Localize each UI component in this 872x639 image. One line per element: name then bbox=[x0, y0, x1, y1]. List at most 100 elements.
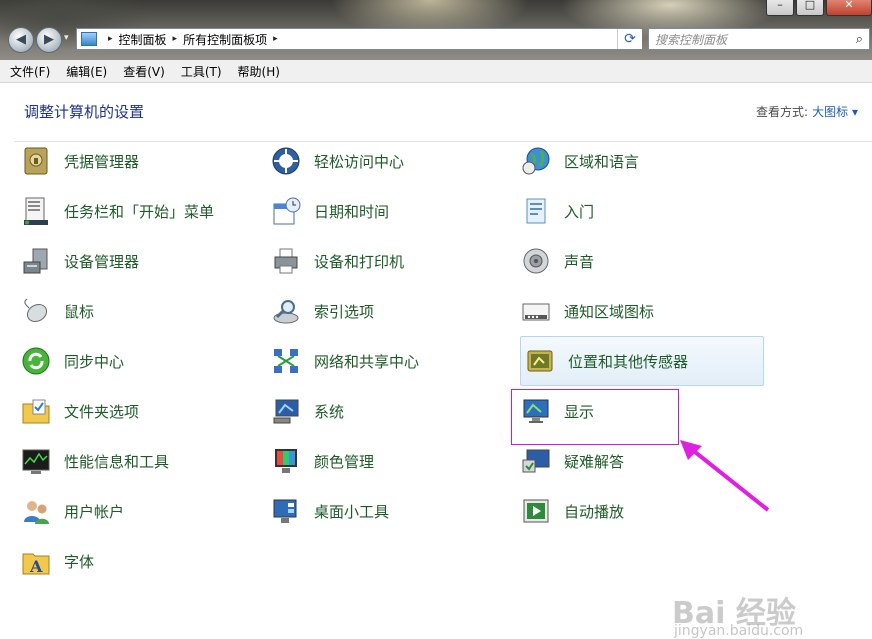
pointer-arrow bbox=[680, 440, 770, 512]
item-label: 性能信息和工具 bbox=[64, 452, 170, 471]
item-label: 疑难解答 bbox=[564, 452, 625, 471]
item-device-manager[interactable]: 设备管理器 bbox=[20, 241, 260, 281]
item-getting-started[interactable]: 入门 bbox=[520, 191, 760, 231]
sensor-icon bbox=[524, 345, 556, 377]
item-region-language[interactable]: 区域和语言 bbox=[520, 141, 760, 181]
view-by-dropdown[interactable]: 大图标 ▾ bbox=[812, 103, 858, 120]
breadcrumb-control-panel[interactable]: 控制面板 bbox=[119, 31, 167, 48]
breadcrumb-all-items[interactable]: 所有控制面板项 bbox=[183, 31, 267, 48]
autoplay-icon bbox=[520, 495, 552, 527]
item-label: 凭据管理器 bbox=[64, 152, 140, 171]
item-label: 用户帐户 bbox=[64, 502, 125, 521]
item-label: 任务栏和「开始」菜单 bbox=[64, 202, 215, 221]
taskbar-icon bbox=[20, 195, 52, 227]
forward-button[interactable]: ▶ bbox=[36, 27, 62, 53]
recent-pages-dropdown[interactable]: ▾ bbox=[64, 33, 69, 43]
item-user-accounts[interactable]: 用户帐户 bbox=[20, 491, 260, 531]
item-label: 文件夹选项 bbox=[64, 402, 140, 421]
item-color-management[interactable]: 颜色管理 bbox=[270, 441, 510, 481]
users-icon bbox=[20, 495, 52, 527]
ease-of-access-icon bbox=[270, 145, 302, 177]
page-title: 调整计算机的设置 bbox=[24, 103, 145, 121]
item-sync-center[interactable]: 同步中心 bbox=[20, 341, 260, 381]
item-devices-printers[interactable]: 设备和打印机 bbox=[270, 241, 510, 281]
speaker-icon bbox=[520, 245, 552, 277]
item-label: 网络和共享中心 bbox=[314, 352, 420, 371]
minimize-button[interactable]: – bbox=[766, 0, 794, 16]
item-label: 声音 bbox=[564, 252, 595, 271]
sync-icon bbox=[20, 345, 52, 377]
view-by-label: 查看方式: bbox=[755, 105, 808, 119]
menu-help[interactable]: 帮助(H) bbox=[232, 63, 286, 80]
breadcrumb-separator[interactable]: ▸ bbox=[173, 34, 178, 44]
menu-edit[interactable]: 编辑(E) bbox=[60, 63, 113, 80]
item-label: 轻松访问中心 bbox=[314, 152, 405, 171]
watermark-url: jingyan.baidu.com bbox=[674, 623, 804, 639]
notification-area-icon bbox=[520, 295, 552, 327]
item-label: 索引选项 bbox=[314, 302, 375, 321]
folder-options-icon bbox=[20, 395, 52, 427]
troubleshoot-icon bbox=[520, 445, 552, 477]
item-network-sharing[interactable]: 网络和共享中心 bbox=[270, 341, 510, 381]
item-label: 位置和其他传感器 bbox=[568, 352, 689, 371]
item-indexing-options[interactable]: 索引选项 bbox=[270, 291, 510, 331]
breadcrumb-separator[interactable]: ▸ bbox=[108, 34, 113, 44]
item-label: 鼠标 bbox=[64, 302, 95, 321]
color-management-icon bbox=[270, 445, 302, 477]
item-notification-area-icons[interactable]: 通知区域图标 bbox=[520, 291, 760, 331]
item-taskbar-start-menu[interactable]: 任务栏和「开始」菜单 bbox=[20, 191, 260, 231]
breadcrumb-separator[interactable]: ▸ bbox=[273, 34, 278, 44]
item-credential-manager[interactable]: 凭据管理器 bbox=[20, 141, 260, 181]
search-input[interactable]: 搜索控制面板 ⌕ bbox=[648, 28, 870, 50]
device-manager-icon bbox=[20, 245, 52, 277]
network-icon bbox=[270, 345, 302, 377]
back-button[interactable]: ◀ bbox=[8, 27, 34, 53]
item-folder-options[interactable]: 文件夹选项 bbox=[20, 391, 260, 431]
close-button[interactable]: ✕ bbox=[826, 0, 872, 16]
gadgets-icon bbox=[270, 495, 302, 527]
item-desktop-gadgets[interactable]: 桌面小工具 bbox=[270, 491, 510, 531]
fonts-icon: A bbox=[20, 545, 52, 577]
control-panel-icon bbox=[81, 32, 97, 46]
item-mouse[interactable]: 鼠标 bbox=[20, 291, 260, 331]
item-ease-of-access[interactable]: 轻松访问中心 bbox=[270, 141, 510, 181]
window-controls: – □ ✕ bbox=[764, 0, 872, 16]
item-label: 设备和打印机 bbox=[314, 252, 405, 271]
item-performance-info[interactable]: 性能信息和工具 bbox=[20, 441, 260, 481]
item-label: 设备管理器 bbox=[64, 252, 140, 271]
search-placeholder: 搜索控制面板 bbox=[655, 32, 728, 47]
item-system[interactable]: 系统 bbox=[270, 391, 510, 431]
menu-view[interactable]: 查看(V) bbox=[117, 63, 171, 80]
globe-clock-icon bbox=[520, 145, 552, 177]
search-icon[interactable]: ⌕ bbox=[856, 32, 863, 47]
address-bar[interactable]: ▸ 控制面板 ▸ 所有控制面板项 ▸ ▾ bbox=[76, 28, 640, 50]
item-label: 日期和时间 bbox=[314, 202, 390, 221]
window-titlebar: – □ ✕ ◀ ▶ ▾ ▸ 控制面板 ▸ 所有控制面板项 ▸ ▾ ⟳ 搜索控制面… bbox=[0, 0, 872, 60]
item-date-time[interactable]: 日期和时间 bbox=[270, 191, 510, 231]
refresh-button[interactable]: ⟳ bbox=[617, 29, 642, 49]
performance-icon bbox=[20, 445, 52, 477]
menu-tools[interactable]: 工具(T) bbox=[175, 63, 228, 80]
item-label: 自动播放 bbox=[564, 502, 625, 521]
item-label: 同步中心 bbox=[64, 352, 125, 371]
vault-icon bbox=[20, 145, 52, 177]
item-fonts[interactable]: A 字体 bbox=[20, 541, 260, 581]
highlight-box bbox=[511, 389, 679, 445]
maximize-button[interactable]: □ bbox=[796, 0, 824, 16]
item-location-sensors[interactable]: 位置和其他传感器 bbox=[520, 336, 764, 386]
item-label: 系统 bbox=[314, 402, 345, 421]
calendar-clock-icon bbox=[270, 195, 302, 227]
system-icon bbox=[270, 395, 302, 427]
item-label: 字体 bbox=[64, 552, 95, 571]
control-panel-content: 调整计算机的设置 查看方式: 大图标 ▾ 凭据管理器 任务栏和「开始」菜单 设备… bbox=[4, 83, 872, 639]
printer-icon bbox=[270, 245, 302, 277]
item-label: 颜色管理 bbox=[314, 452, 375, 471]
mouse-icon bbox=[20, 295, 52, 327]
svg-text:A: A bbox=[29, 557, 43, 576]
item-label: 通知区域图标 bbox=[564, 302, 655, 321]
indexing-icon bbox=[270, 295, 302, 327]
item-label: 区域和语言 bbox=[564, 152, 640, 171]
menu-file[interactable]: 文件(F) bbox=[4, 63, 56, 80]
getting-started-icon bbox=[520, 195, 552, 227]
item-sound[interactable]: 声音 bbox=[520, 241, 760, 281]
